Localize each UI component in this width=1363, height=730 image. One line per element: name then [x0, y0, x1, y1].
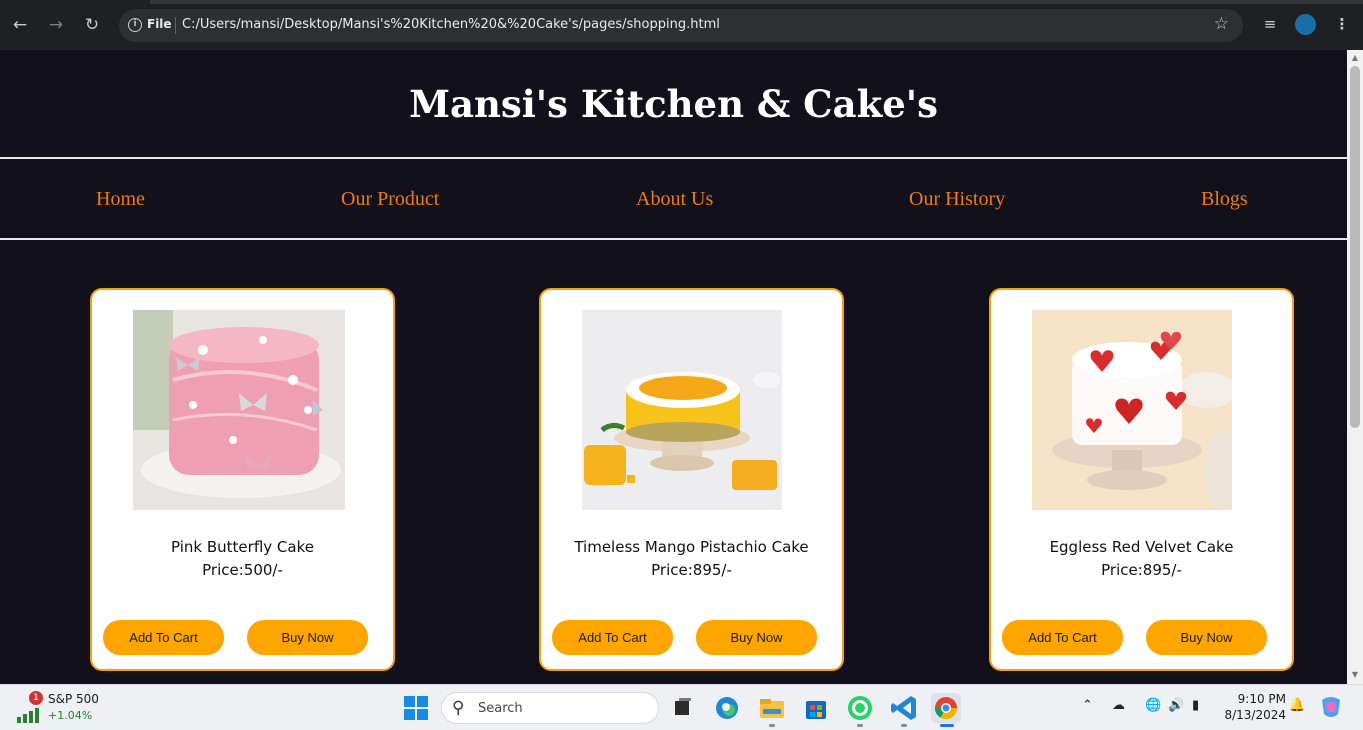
widget-change: +1.04%: [48, 709, 93, 722]
windows-start-icon[interactable]: [401, 693, 431, 723]
tab-strip: [0, 0, 1363, 4]
widget-title: S&P 500: [48, 692, 99, 706]
whatsapp-icon[interactable]: [845, 693, 875, 723]
add-to-cart-button[interactable]: Add To Cart: [552, 620, 673, 655]
add-to-cart-button[interactable]: Add To Cart: [1002, 620, 1123, 655]
clock-date: 8/13/2024: [1224, 708, 1286, 722]
system-clock[interactable]: 9:10 PM 8/13/2024: [1222, 691, 1286, 723]
product-card: Pink Butterfly Cake Price:500/- Add To C…: [90, 288, 395, 671]
clock-time: 9:10 PM: [1237, 692, 1286, 706]
product-name: Pink Butterfly Cake: [171, 538, 314, 556]
scroll-down-arrow-icon[interactable]: ▼: [1350, 670, 1360, 680]
taskbar-search[interactable]: ⚲ Search: [441, 692, 659, 724]
search-placeholder: Search: [478, 701, 523, 716]
reload-icon[interactable]: ↻: [81, 14, 103, 36]
url-text[interactable]: C:/Users/mansi/Desktop/Mansi's%20Kitchen…: [182, 17, 720, 32]
network-globe-icon[interactable]: 🌐: [1145, 698, 1161, 713]
nav-about-us[interactable]: About Us: [636, 188, 713, 211]
chrome-icon[interactable]: [931, 693, 961, 723]
file-explorer-icon[interactable]: [757, 693, 787, 723]
product-price: Price:500/-: [202, 561, 283, 579]
buy-now-button[interactable]: Buy Now: [247, 620, 368, 655]
nav-divider: [0, 238, 1347, 240]
header-divider: [0, 157, 1347, 159]
back-icon[interactable]: ←: [9, 14, 31, 36]
page-content: Mansi's Kitchen & Cake's Home Our Produc…: [0, 50, 1347, 684]
add-to-cart-button[interactable]: Add To Cart: [103, 620, 224, 655]
copilot-icon[interactable]: [1318, 694, 1344, 720]
site-info-icon[interactable]: i: [128, 18, 142, 32]
scroll-up-arrow-icon[interactable]: ▲: [1350, 53, 1360, 63]
vscode-icon[interactable]: [889, 693, 919, 723]
nav-blogs[interactable]: Blogs: [1201, 188, 1248, 211]
bookmark-star-icon[interactable]: ☆: [1214, 14, 1229, 34]
profile-avatar[interactable]: [1295, 14, 1316, 35]
site-title: Mansi's Kitchen & Cake's: [409, 82, 938, 126]
task-view-icon[interactable]: [668, 693, 698, 723]
windows-taskbar: 1 S&P 500 +1.04% ⚲ Search ⌃ ☁ 🌐 🔊 ▮ 9:10…: [0, 684, 1363, 730]
battery-icon[interactable]: ▮: [1192, 698, 1199, 713]
menu-kebab-icon[interactable]: ⋮: [1331, 13, 1353, 35]
file-label: File: [147, 17, 172, 31]
nav-home[interactable]: Home: [96, 188, 145, 211]
volume-icon[interactable]: 🔊: [1168, 698, 1184, 713]
product-image-red-velvet-cake: [1032, 310, 1232, 510]
reading-list-icon[interactable]: ≡: [1259, 13, 1281, 35]
search-icon: ⚲: [452, 698, 465, 718]
product-price: Price:895/-: [651, 561, 732, 579]
onedrive-cloud-icon[interactable]: ☁: [1112, 698, 1125, 713]
buy-now-button[interactable]: Buy Now: [1146, 620, 1267, 655]
notification-badge: 1: [29, 691, 43, 705]
nav-our-product[interactable]: Our Product: [341, 188, 439, 211]
product-name: Eggless Red Velvet Cake: [1049, 538, 1234, 556]
nav-our-history[interactable]: Our History: [909, 188, 1005, 211]
buy-now-button[interactable]: Buy Now: [696, 620, 817, 655]
show-hidden-icons-chevron-icon[interactable]: ⌃: [1082, 698, 1093, 713]
stock-widget[interactable]: 1 S&P 500 +1.04%: [16, 691, 116, 725]
product-card: Eggless Red Velvet Cake Price:895/- Add …: [989, 288, 1294, 671]
browser-toolbar: ← → ↻ i File C:/Users/mansi/Desktop/Mans…: [0, 0, 1363, 50]
product-name: Timeless Mango Pistachio Cake: [574, 538, 809, 556]
product-image-pink-butterfly-cake: [133, 310, 345, 510]
product-card: Timeless Mango Pistachio Cake Price:895/…: [539, 288, 844, 671]
chart-bars-icon: [17, 708, 39, 723]
product-image-mango-pistachio-cake: [582, 310, 782, 510]
scrollbar-thumb[interactable]: [1350, 66, 1360, 428]
edge-browser-icon[interactable]: [712, 693, 742, 723]
page-scrollbar[interactable]: ▲ ▼: [1347, 50, 1363, 684]
notification-bell-icon[interactable]: 🔔: [1289, 698, 1305, 713]
forward-icon[interactable]: →: [45, 14, 67, 36]
address-bar[interactable]: i File C:/Users/mansi/Desktop/Mansi's%20…: [119, 9, 1243, 42]
microsoft-store-icon[interactable]: [801, 693, 831, 723]
product-price: Price:895/-: [1101, 561, 1182, 579]
